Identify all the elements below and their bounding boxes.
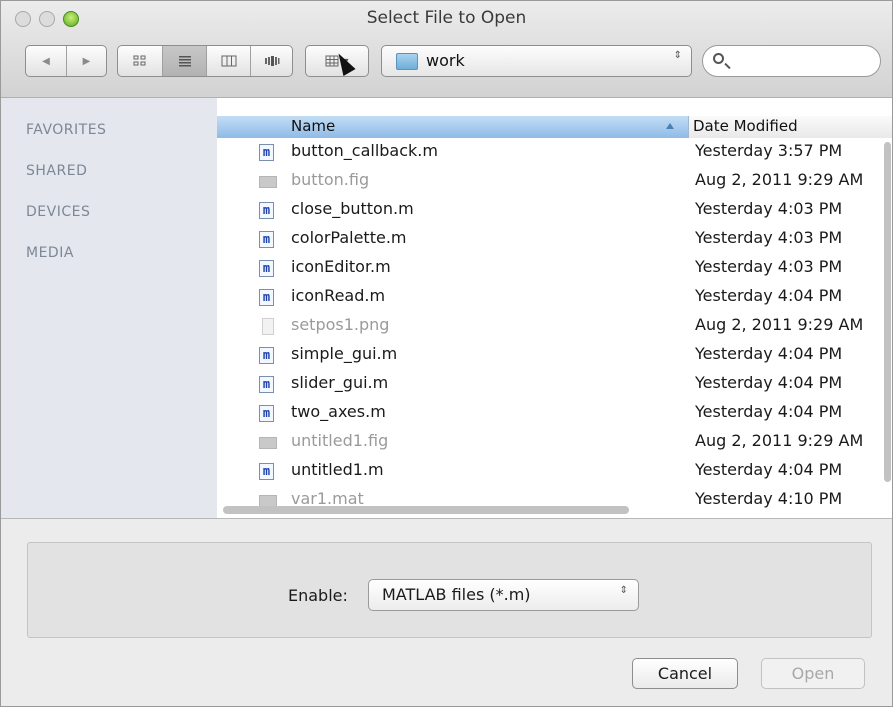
file-name: button.fig (291, 170, 370, 189)
file-name: colorPalette.m (291, 228, 407, 247)
file-date: Aug 2, 2011 9:29 AM (695, 170, 864, 189)
divider (1, 518, 892, 519)
back-arrow-icon: ◀ (42, 55, 50, 67)
file-name: close_button.m (291, 199, 414, 218)
icon-view-button[interactable] (118, 46, 162, 76)
folder-icon (396, 53, 418, 70)
file-name: button_callback.m (291, 141, 438, 160)
horizontal-scrollbar[interactable] (223, 506, 629, 514)
matlab-file-icon: m (259, 405, 274, 422)
file-date: Yesterday 4:04 PM (695, 286, 843, 305)
cancel-button[interactable]: Cancel (632, 658, 738, 689)
file-open-dialog: Select File to Open ◀ ▶ ▾ work ⇕ FAVORIT… (0, 0, 893, 707)
file-name: two_axes.m (291, 402, 386, 421)
back-forward-control: ◀ ▶ (25, 45, 107, 77)
file-name: untitled1.m (291, 460, 384, 479)
matlab-file-icon: m (259, 347, 274, 364)
file-row[interactable]: m untitled1.m Yesterday 4:04 PM (217, 457, 892, 485)
name-column-label: Name (291, 117, 336, 135)
title-bar: Select File to Open ◀ ▶ ▾ work ⇕ (1, 1, 892, 98)
figure-file-icon (259, 176, 277, 188)
matlab-file-icon: m (259, 202, 274, 219)
file-name: iconRead.m (291, 286, 386, 305)
matlab-file-icon: m (259, 463, 274, 480)
location-label: work (426, 51, 465, 70)
search-field[interactable] (702, 45, 881, 77)
file-name: setpos1.png (291, 315, 390, 334)
sidebar-item-favorites[interactable]: FAVORITES (26, 122, 106, 138)
file-date: Yesterday 4:03 PM (695, 257, 843, 276)
coverflow-view-icon (264, 56, 279, 66)
file-row[interactable]: m close_button.m Yesterday 4:03 PM (217, 196, 892, 224)
file-list: Name Date Modified m button_callback.m Yes… (217, 98, 892, 518)
file-type-popup[interactable]: MATLAB files (*.m) ⇕ (368, 579, 639, 611)
file-date: Yesterday 4:04 PM (695, 460, 843, 479)
matlab-file-icon: m (259, 260, 274, 277)
file-date: Yesterday 4:03 PM (695, 199, 843, 218)
vertical-scrollbar[interactable] (884, 142, 891, 482)
enable-label: Enable: (288, 586, 348, 605)
open-button[interactable]: Open (761, 658, 865, 689)
matlab-file-icon: m (259, 231, 274, 248)
search-input[interactable] (731, 50, 875, 74)
sidebar-item-devices[interactable]: DEVICES (26, 204, 90, 220)
search-icon (713, 53, 724, 64)
matlab-file-icon: m (259, 376, 274, 393)
sort-ascending-icon (666, 123, 674, 129)
file-row[interactable]: m two_axes.m Yesterday 4:04 PM (217, 399, 892, 427)
file-row[interactable]: m button_callback.m Yesterday 3:57 PM (217, 138, 892, 166)
file-row: button.fig Aug 2, 2011 9:29 AM (217, 167, 892, 195)
date-column-header[interactable]: Date Modified (689, 116, 892, 138)
file-list-header: Name Date Modified (217, 116, 892, 138)
file-row[interactable]: m iconEditor.m Yesterday 4:03 PM (217, 254, 892, 282)
coverflow-view-button[interactable] (250, 46, 292, 76)
list-view-button[interactable] (162, 46, 206, 76)
column-view-button[interactable] (206, 46, 250, 76)
forward-arrow-icon: ▶ (82, 55, 91, 67)
location-popup[interactable]: work ⇕ (381, 45, 692, 77)
updown-arrows-icon: ⇕ (619, 585, 628, 596)
file-row[interactable]: m slider_gui.m Yesterday 4:04 PM (217, 370, 892, 398)
file-name: simple_gui.m (291, 344, 398, 363)
file-date: Yesterday 4:04 PM (695, 402, 843, 421)
date-column-label: Date Modified (693, 117, 798, 135)
file-row[interactable]: m colorPalette.m Yesterday 4:03 PM (217, 225, 892, 253)
file-name: slider_gui.m (291, 373, 389, 392)
sidebar: FAVORITES SHARED DEVICES MEDIA (1, 98, 217, 518)
file-date: Aug 2, 2011 9:29 AM (695, 431, 864, 450)
list-view-icon (178, 56, 191, 67)
file-date: Yesterday 4:04 PM (695, 373, 843, 392)
sidebar-item-shared[interactable]: SHARED (26, 163, 87, 179)
file-date: Aug 2, 2011 9:29 AM (695, 315, 864, 334)
file-row: untitled1.fig Aug 2, 2011 9:29 AM (217, 428, 892, 456)
forward-button[interactable]: ▶ (66, 46, 106, 76)
icon-view-icon (133, 55, 146, 66)
file-date: Yesterday 4:04 PM (695, 344, 843, 363)
file-name: untitled1.fig (291, 431, 389, 450)
file-row[interactable]: m iconRead.m Yesterday 4:04 PM (217, 283, 892, 311)
name-column-header[interactable]: Name (217, 116, 689, 138)
column-view-icon (221, 55, 236, 67)
window-title: Select File to Open (366, 8, 527, 28)
view-mode-control (117, 45, 293, 77)
matlab-file-icon: m (259, 289, 274, 306)
file-date: Yesterday 4:03 PM (695, 228, 843, 247)
file-date: Yesterday 4:10 PM (695, 489, 843, 508)
figure-file-icon (259, 437, 277, 449)
file-date: Yesterday 3:57 PM (695, 141, 843, 160)
image-file-icon (262, 318, 274, 335)
sidebar-item-media[interactable]: MEDIA (26, 245, 74, 261)
filter-panel: Enable: MATLAB files (*.m) ⇕ (27, 542, 872, 638)
back-button[interactable]: ◀ (26, 46, 66, 76)
file-row[interactable]: m simple_gui.m Yesterday 4:04 PM (217, 341, 892, 369)
matlab-file-icon: m (259, 144, 274, 161)
file-row: setpos1.png Aug 2, 2011 9:29 AM (217, 312, 892, 340)
file-type-value: MATLAB files (*.m) (382, 585, 531, 604)
file-name: iconEditor.m (291, 257, 391, 276)
updown-arrows-icon: ⇕ (673, 50, 682, 61)
